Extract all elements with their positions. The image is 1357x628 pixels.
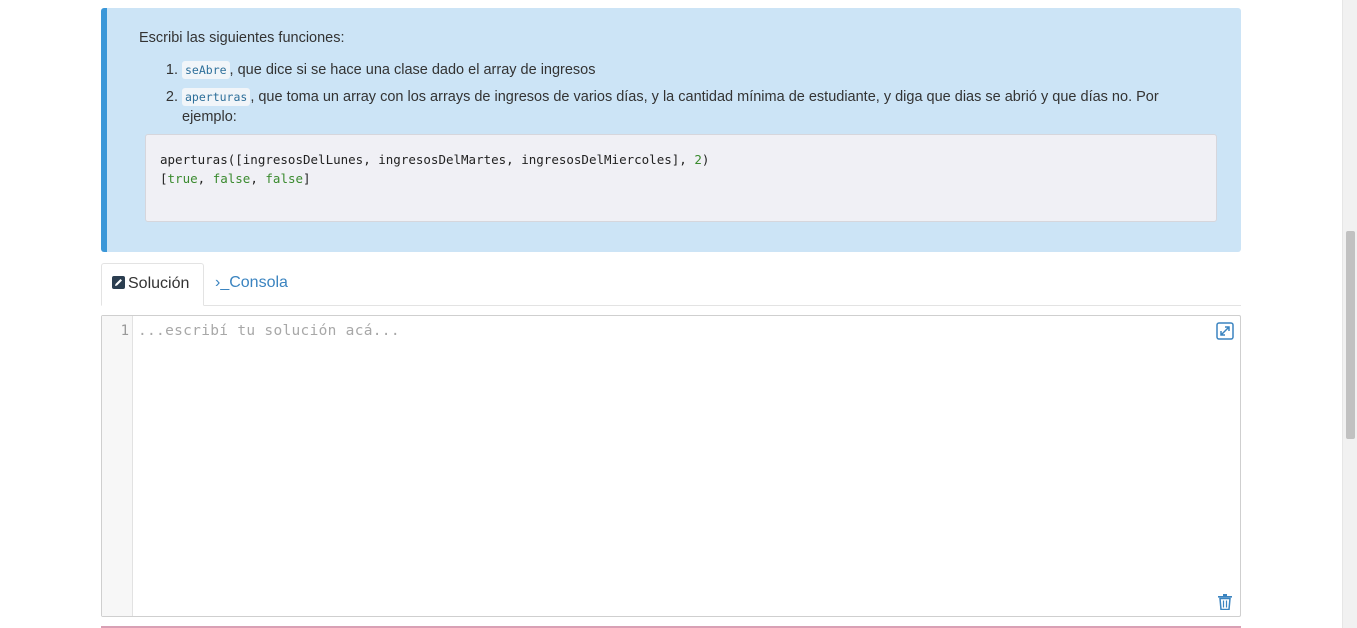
- list-item: aperturas, que toma un array con los arr…: [182, 87, 1211, 127]
- page-scrollbar[interactable]: [1342, 0, 1357, 628]
- code-boolean: true: [167, 171, 198, 186]
- code-punct: [: [160, 171, 168, 186]
- function-description: , que toma un array con los arrays de in…: [182, 89, 1159, 125]
- code-call: aperturas([ingresosDelLunes, ingresosDel…: [160, 152, 695, 167]
- code-punct: ,: [250, 171, 266, 186]
- function-description: , que dice si se hace una clase dado el …: [229, 62, 596, 78]
- trash-icon[interactable]: [1218, 594, 1232, 611]
- function-name-code: seAbre: [182, 61, 230, 79]
- function-name-code: aperturas: [182, 88, 251, 106]
- expand-icon[interactable]: [1216, 322, 1234, 340]
- editor-placeholder[interactable]: ...escribí tu solución acá...: [138, 323, 400, 339]
- edit-icon: [112, 276, 125, 289]
- tab-consola[interactable]: ›_Consola: [215, 263, 288, 305]
- tab-consola-label: ›_Consola: [215, 274, 288, 291]
- exercise-instructions: Escribi las siguientes funciones: seAbre…: [101, 8, 1241, 252]
- line-number: 1: [120, 323, 129, 339]
- code-line: [true, false, false]: [160, 169, 1202, 188]
- example-code-block: aperturas([ingresosDelLunes, ingresosDel…: [145, 134, 1217, 222]
- code-editor[interactable]: 1 ...escribí tu solución acá...: [101, 315, 1241, 617]
- code-punct: ]: [303, 171, 311, 186]
- code-punct: ,: [197, 171, 213, 186]
- editor-gutter: 1: [102, 316, 133, 616]
- functions-list: seAbre, que dice si se hace una clase da…: [139, 60, 1211, 127]
- code-number: 2: [694, 152, 702, 167]
- tab-solucion[interactable]: Solución: [101, 263, 204, 306]
- code-punct: ): [701, 152, 710, 167]
- code-boolean: false: [212, 171, 251, 186]
- code-line: aperturas([ingresosDelLunes, ingresosDel…: [160, 150, 1202, 169]
- editor-tabs: Solución ›_Consola: [101, 263, 1241, 306]
- page: Escribi las siguientes funciones: seAbre…: [0, 0, 1357, 628]
- instructions-intro: Escribi las siguientes funciones:: [139, 30, 345, 46]
- scrollbar-thumb[interactable]: [1346, 231, 1355, 439]
- code-boolean: false: [265, 171, 304, 186]
- list-item: seAbre, que dice si se hace una clase da…: [182, 60, 1211, 80]
- tab-solucion-label: Solución: [128, 275, 190, 292]
